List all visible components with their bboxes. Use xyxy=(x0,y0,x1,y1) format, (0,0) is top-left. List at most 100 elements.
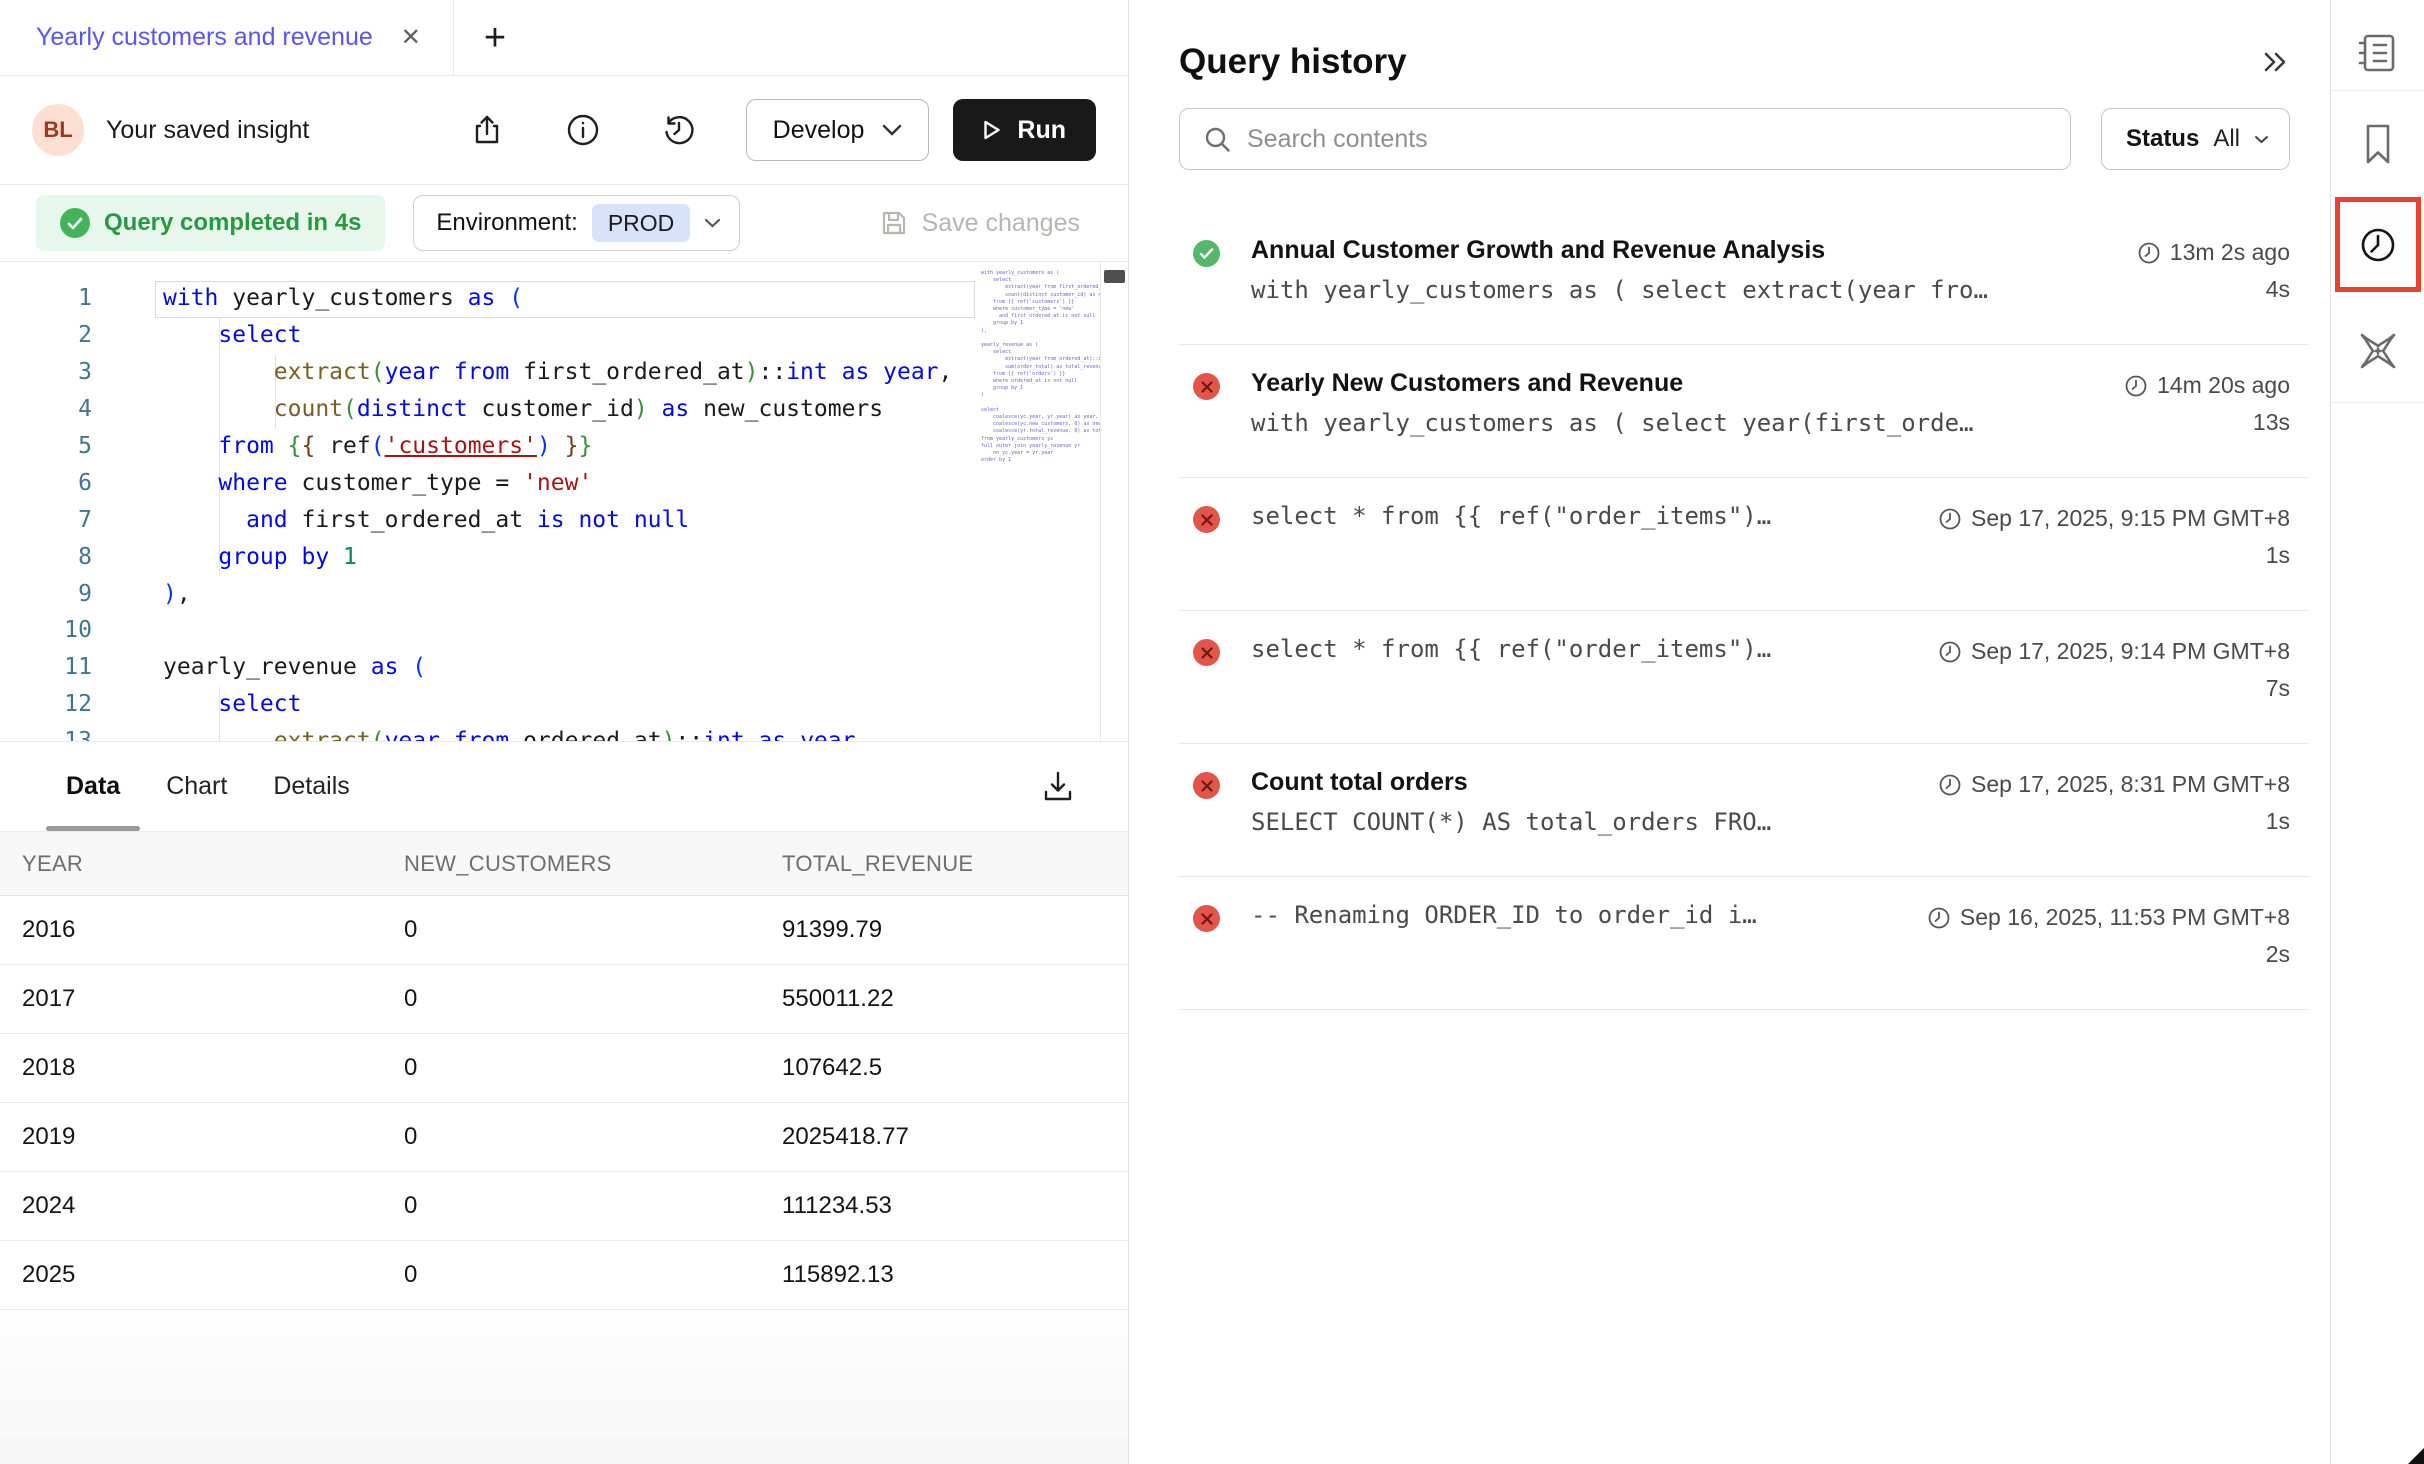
query-timestamp: Sep 17, 2025, 9:15 PM GMT+8 xyxy=(1938,502,2290,532)
table-row[interactable]: 20250115892.13 xyxy=(0,1241,1128,1310)
code-line[interactable]: 7 and first_ordered_at is not null xyxy=(0,501,1128,538)
environment-label: Environment: xyxy=(436,209,577,237)
tab-close-icon[interactable]: ✕ xyxy=(401,23,421,52)
code-line[interactable]: 2 select xyxy=(0,317,1128,354)
download-icon[interactable] xyxy=(1040,770,1076,804)
version-history-icon[interactable] xyxy=(662,113,696,147)
table-cell: 91399.79 xyxy=(782,916,1128,944)
query-history-item[interactable]: Count total ordersSep 17, 2025, 8:31 PM … xyxy=(1179,744,2290,876)
tab-yearly-customers[interactable]: Yearly customers and revenue ✕ xyxy=(0,0,421,75)
table-row[interactable]: 20240111234.53 xyxy=(0,1172,1128,1241)
query-history-clock-icon[interactable] xyxy=(2357,224,2399,266)
code-line[interactable]: 1with yearly_customers as ( xyxy=(0,280,1128,317)
code-line[interactable]: 8 group by 1 xyxy=(0,538,1128,575)
code-text: and first_ordered_at is not null xyxy=(92,507,689,533)
collapse-panel-icon[interactable] xyxy=(2260,49,2290,75)
new-tab-button[interactable]: + xyxy=(484,19,506,57)
sql-editor[interactable]: 1with yearly_customers as (2 select3 ext… xyxy=(0,262,1128,742)
line-number: 6 xyxy=(0,470,92,496)
table-cell: 0 xyxy=(404,1192,782,1220)
clock-icon xyxy=(2124,374,2148,398)
panel-title: Query history xyxy=(1179,42,1407,82)
line-number: 3 xyxy=(0,359,92,385)
table-cell: 0 xyxy=(404,1261,782,1289)
line-number: 13 xyxy=(0,728,92,742)
col-new-customers: NEW_CUSTOMERS xyxy=(404,851,782,877)
code-line[interactable]: 11yearly_revenue as ( xyxy=(0,649,1128,686)
code-line[interactable]: 6 where customer_type = 'new' xyxy=(0,464,1128,501)
table-row[interactable]: 20170550011.22 xyxy=(0,965,1128,1034)
query-title: Annual Customer Growth and Revenue Analy… xyxy=(1251,236,1825,265)
query-duration: 1s xyxy=(2266,542,2290,569)
search-placeholder: Search contents xyxy=(1247,125,1428,154)
table-cell: 0 xyxy=(404,1054,782,1082)
code-line[interactable]: 13 extract(year from ordered_at)::int as… xyxy=(0,723,1128,742)
table-row[interactable]: 201902025418.77 xyxy=(0,1103,1128,1172)
chevron-down-icon xyxy=(882,124,902,136)
status-bar: Query completed in 4s Environment: PROD … xyxy=(0,185,1128,262)
query-history-item[interactable]: select * from {{ ref("order_items")…Sep … xyxy=(1179,478,2290,610)
saved-insight-label: Your saved insight xyxy=(106,116,309,145)
query-history-item[interactable]: -- Renaming ORDER_ID to order_id i…Sep 1… xyxy=(1179,877,2290,1009)
code-line[interactable]: 5 from {{ ref('customers') }} xyxy=(0,428,1128,465)
info-icon[interactable] xyxy=(566,113,600,147)
run-button[interactable]: Run xyxy=(953,99,1096,161)
tab-chart[interactable]: Chart xyxy=(166,742,227,831)
share-icon[interactable] xyxy=(470,113,504,147)
lineage-icon[interactable] xyxy=(2355,326,2401,376)
scrollbar-handle[interactable] xyxy=(1104,270,1125,283)
table-cell: 2019 xyxy=(22,1123,404,1151)
code-line[interactable]: 4 count(distinct customer_id) as new_cus… xyxy=(0,391,1128,428)
code-line[interactable]: 3 extract(year from first_ordered_at)::i… xyxy=(0,354,1128,391)
query-history-item[interactable]: Annual Customer Growth and Revenue Analy… xyxy=(1179,212,2290,344)
environment-selector[interactable]: Environment: PROD xyxy=(413,195,740,251)
editor-minimap[interactable]: with yearly_customers as ( select extrac… xyxy=(975,262,1100,741)
query-timestamp: Sep 17, 2025, 8:31 PM GMT+8 xyxy=(1938,768,2290,798)
table-cell: 115892.13 xyxy=(782,1261,1128,1289)
sidebar-divider xyxy=(2331,402,2424,403)
search-input[interactable]: Search contents xyxy=(1179,108,2071,170)
line-number: 2 xyxy=(0,322,92,348)
tab-details[interactable]: Details xyxy=(273,742,349,831)
clock-icon xyxy=(1927,906,1951,930)
chevron-down-icon xyxy=(2254,135,2269,144)
query-duration: 13s xyxy=(2253,409,2290,437)
query-duration: 7s xyxy=(2266,675,2290,702)
code-line[interactable]: 12 select xyxy=(0,686,1128,723)
col-total-revenue: TOTAL_REVENUE xyxy=(782,851,1128,877)
query-sql-preview: with yearly_customers as ( select year(f… xyxy=(1251,409,1973,437)
query-history-item[interactable]: Yearly New Customers and Revenue14m 20s … xyxy=(1179,345,2290,477)
error-status-icon xyxy=(1193,639,1220,666)
query-history-highlight-box xyxy=(2335,197,2421,292)
develop-dropdown[interactable]: Develop xyxy=(746,99,930,161)
table-cell: 0 xyxy=(404,916,782,944)
clock-icon xyxy=(1938,640,1962,664)
code-line[interactable]: 10 xyxy=(0,612,1128,649)
line-number: 10 xyxy=(0,617,92,643)
tab-data[interactable]: Data xyxy=(66,742,120,831)
notebook-icon[interactable] xyxy=(2355,16,2401,90)
query-history-item[interactable]: select * from {{ ref("order_items")…Sep … xyxy=(1179,611,2290,743)
save-changes-button[interactable]: Save changes xyxy=(880,209,1092,238)
develop-label: Develop xyxy=(773,116,865,145)
editor-scrollbar[interactable] xyxy=(1100,262,1128,741)
code-text: yearly_revenue as ( xyxy=(92,654,426,680)
error-status-icon xyxy=(1193,373,1220,400)
query-timestamp: Sep 16, 2025, 11:53 PM GMT+8 xyxy=(1927,901,2290,931)
query-duration: 4s xyxy=(2266,276,2290,304)
tab-title: Yearly customers and revenue xyxy=(36,23,373,52)
list-divider xyxy=(1179,1009,2308,1010)
code-text: ), xyxy=(92,581,191,607)
clock-icon xyxy=(1938,507,1962,531)
query-title: select * from {{ ref("order_items")… xyxy=(1251,635,1771,663)
status-filter-dropdown[interactable]: Status All xyxy=(2101,108,2290,170)
table-cell: 550011.22 xyxy=(782,985,1128,1013)
run-label: Run xyxy=(1017,116,1066,145)
code-line[interactable]: 9), xyxy=(0,575,1128,612)
table-row[interactable]: 2016091399.79 xyxy=(0,896,1128,965)
line-number: 9 xyxy=(0,581,92,607)
table-row[interactable]: 20180107642.5 xyxy=(0,1034,1128,1103)
line-number: 11 xyxy=(0,654,92,680)
check-circle-icon xyxy=(60,208,90,238)
bookmark-icon[interactable] xyxy=(2358,119,2398,169)
